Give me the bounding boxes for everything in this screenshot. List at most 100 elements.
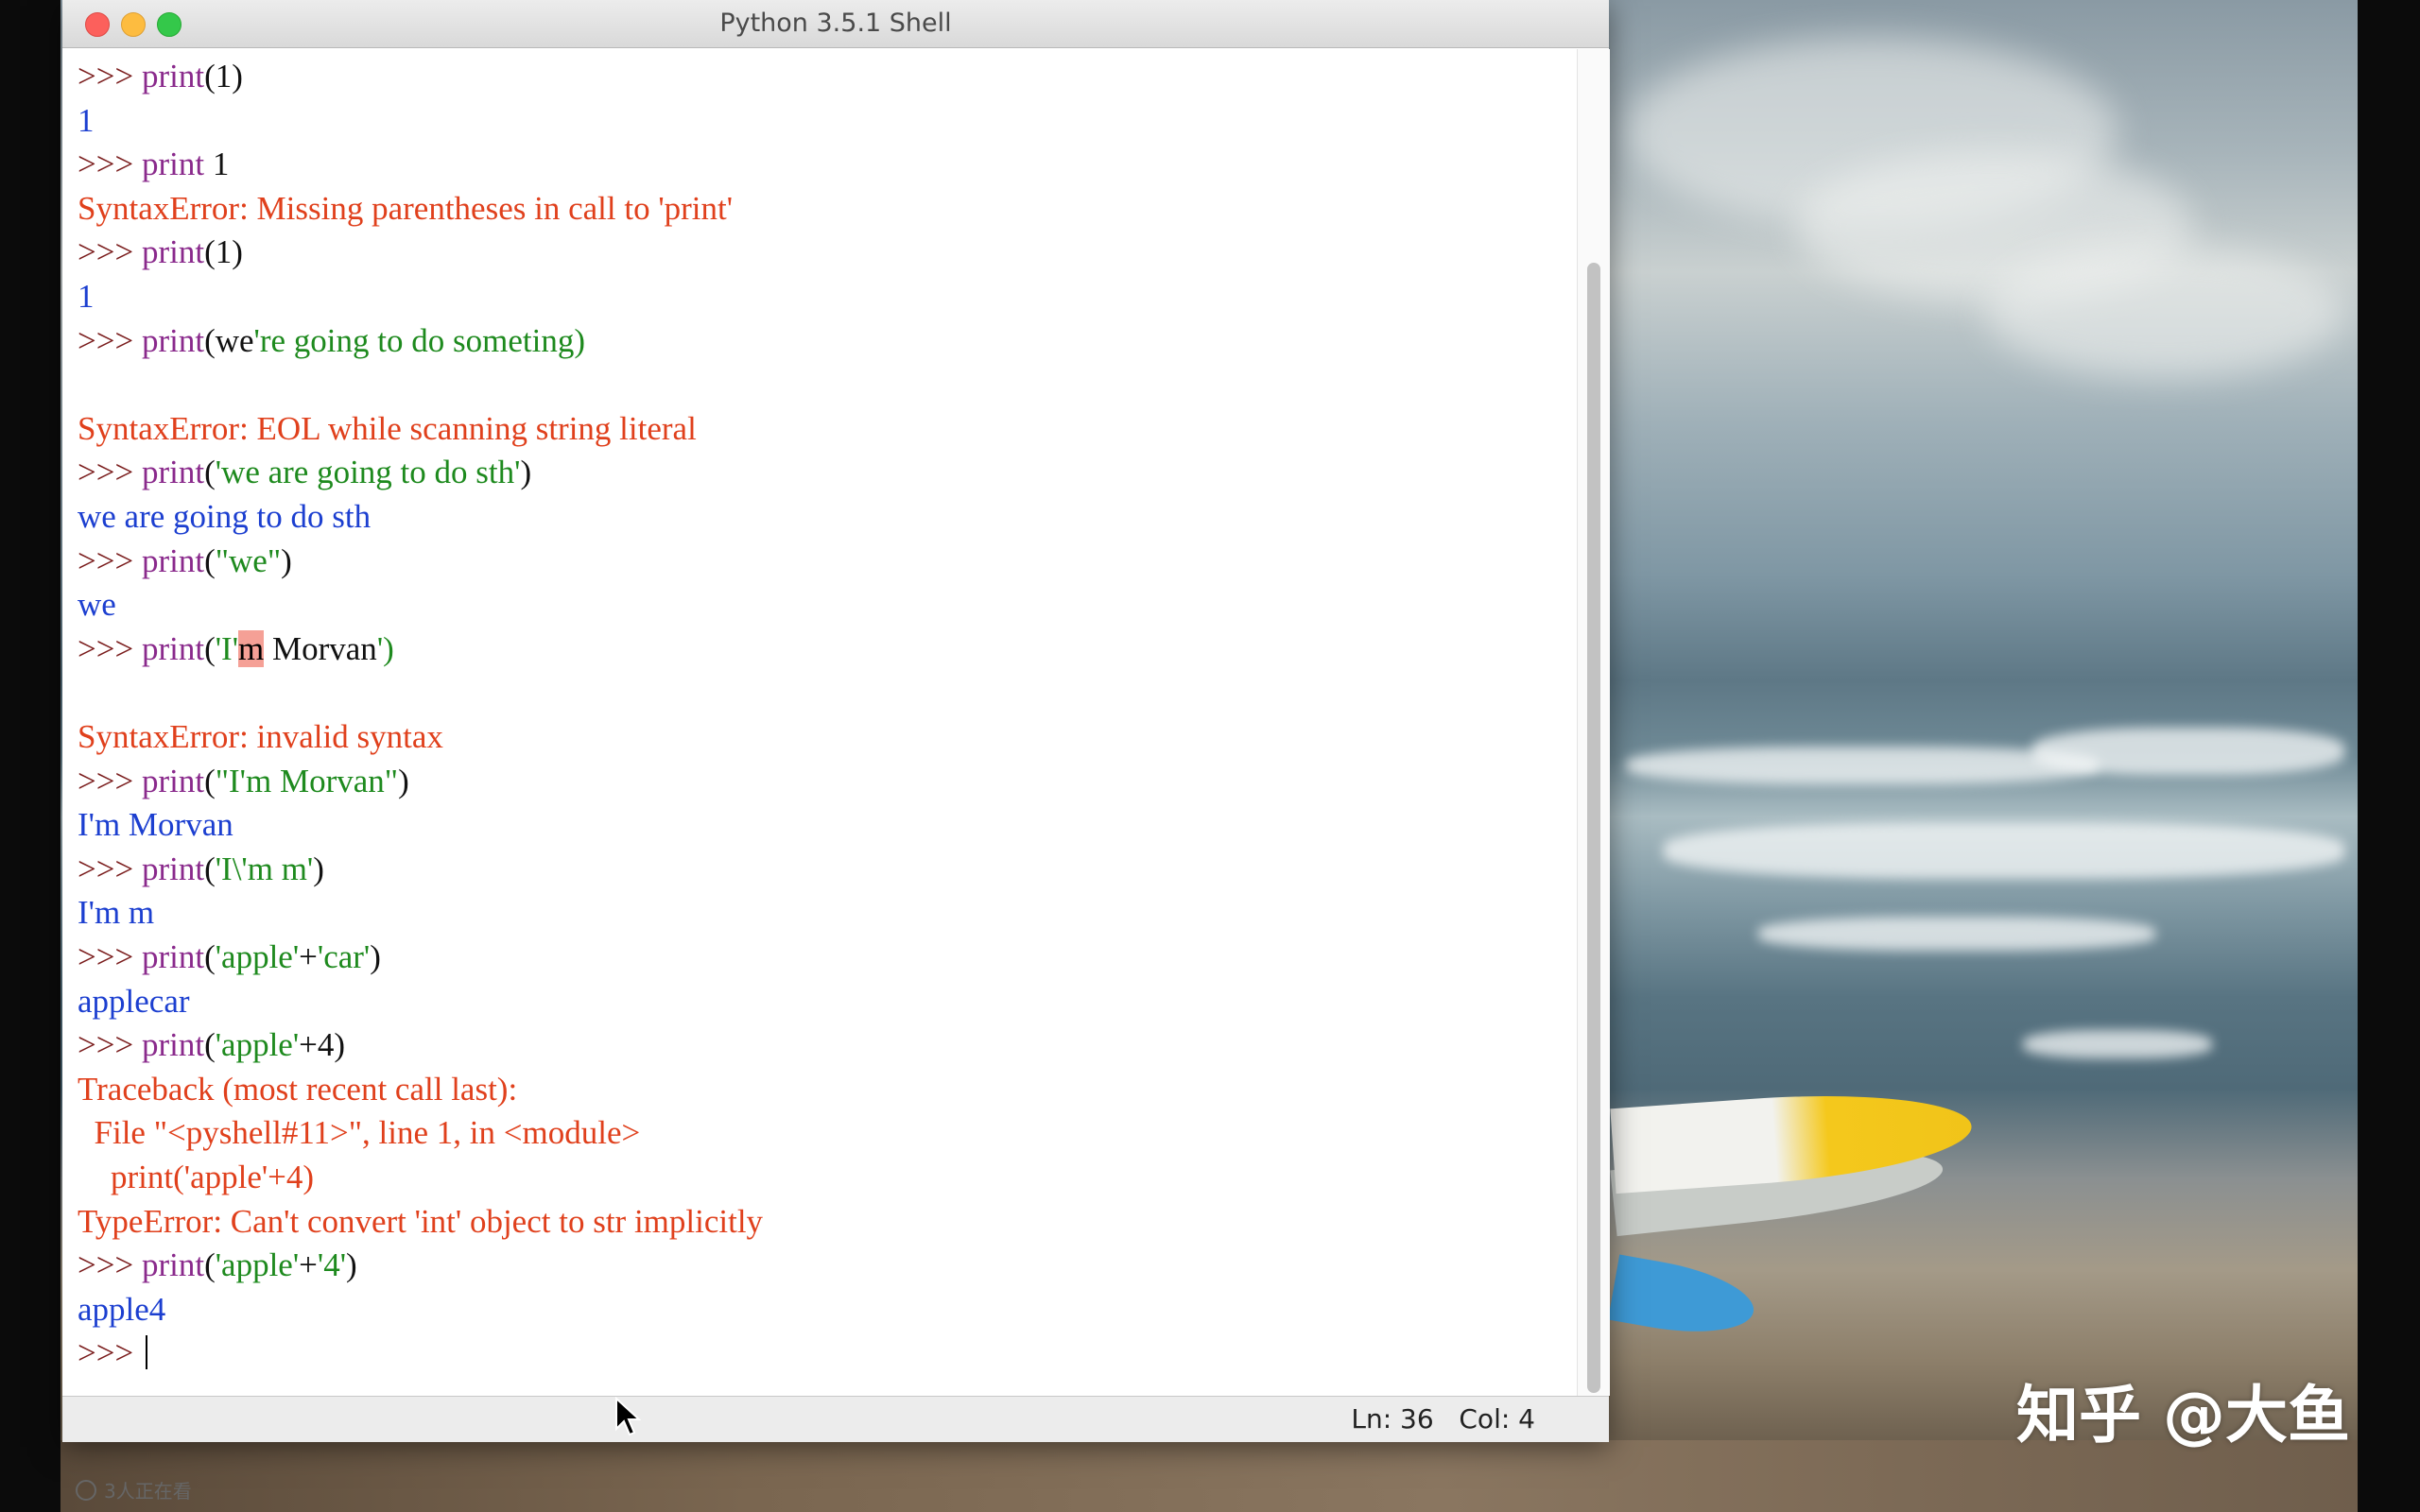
code-token: print: [141, 233, 205, 271]
code-token: ): [370, 938, 381, 975]
code-token: 1: [204, 146, 230, 183]
shell-input-line-active: >>>: [78, 1332, 147, 1375]
code-token: ): [281, 541, 292, 579]
shell-prompt: >>>: [78, 146, 142, 183]
shell-input-line: >>> print('I\'m m'): [78, 848, 324, 891]
code-token: "I'm Morvan": [215, 762, 399, 799]
shell-output-line: applecar: [78, 982, 190, 1020]
shell-error-line: Traceback (most recent call last):: [78, 1070, 518, 1108]
code-token: 'apple': [215, 938, 300, 975]
shell-input-line: >>> print('apple'+'4'): [78, 1244, 357, 1287]
code-token: ): [398, 762, 409, 799]
idle-shell-window: Python 3.5.1 Shell >>> print(1) 1 >>> prin…: [62, 0, 1610, 1442]
text-caret: [145, 1335, 147, 1370]
code-token: 're going to do someting): [253, 321, 585, 359]
shell-error-line: SyntaxError: EOL while scanning string l…: [78, 409, 697, 447]
shell-output-line: I'm Morvan: [78, 806, 233, 844]
code-token: +: [299, 1246, 318, 1284]
shell-error-line: SyntaxError: Missing parentheses in call…: [78, 189, 734, 227]
wave: [1664, 822, 2344, 879]
shell-output-line: 1: [78, 101, 95, 139]
shell-prompt: >>>: [78, 58, 142, 94]
shell-input-line: >>> print("we"): [78, 540, 292, 583]
shell-prompt: >>>: [78, 454, 142, 491]
code-token: 'I\'m m': [215, 850, 314, 887]
code-token: 'I': [215, 629, 239, 667]
code-token: (1): [204, 233, 243, 271]
code-token: print: [141, 629, 205, 667]
code-token: +4): [299, 1026, 346, 1064]
shell-output-line: we: [78, 586, 116, 624]
shell-prompt: >>>: [78, 1334, 142, 1372]
shell-prompt: >>>: [78, 629, 142, 667]
video-border: [0, 0, 60, 1512]
shell-prompt: >>>: [78, 321, 142, 359]
shell-input-line: >>> print('apple'+4): [78, 1023, 345, 1067]
shell-text-area[interactable]: >>> print(1) 1 >>> print 1 SyntaxError: Mis…: [62, 49, 1577, 1396]
viewer-count: 3人正在看: [76, 1476, 192, 1503]
code-token: print: [141, 1026, 205, 1064]
wave: [1626, 747, 2099, 784]
status-bar: Ln: 36 Col: 4: [62, 1396, 1609, 1442]
mouse-pointer-icon: [615, 1397, 641, 1436]
wave: [2032, 728, 2344, 775]
viewer-count-label: 3人正在看: [104, 1480, 192, 1503]
error-highlight: m: [238, 629, 265, 667]
code-token: (: [204, 762, 216, 799]
viewer-icon: [76, 1480, 96, 1501]
shell-input-line: >>> print('we are going to do sth'): [78, 451, 531, 494]
code-token: (: [204, 454, 216, 491]
shell-output-line: apple4: [78, 1290, 166, 1328]
scroll-thumb[interactable]: [1587, 263, 1600, 1393]
code-token: print: [141, 58, 205, 94]
zhihu-watermark: 知乎 @大鱼: [2016, 1379, 2350, 1452]
shell-prompt: >>>: [78, 850, 142, 887]
code-token: print: [141, 454, 205, 491]
code-token: '): [376, 629, 394, 667]
code-token: (: [204, 541, 216, 579]
code-token: 'car': [317, 938, 371, 975]
shell-prompt: >>>: [78, 938, 142, 975]
cloud: [1985, 246, 2344, 378]
shell-output-line: 1: [78, 278, 95, 315]
shell-error-line: File "<pyshell#11>", line 1, in <module>: [78, 1114, 641, 1152]
window-title: Python 3.5.1 Shell: [719, 9, 952, 38]
code-token: "we": [215, 541, 282, 579]
code-token: 'apple': [215, 1246, 300, 1284]
code-token: (: [204, 850, 216, 887]
vertical-scrollbar[interactable]: [1577, 49, 1610, 1396]
code-token: print: [141, 762, 205, 799]
code-token: (we: [204, 321, 254, 359]
shell-prompt: >>>: [78, 1246, 142, 1284]
code-token: (: [204, 629, 216, 667]
beach-sand: [60, 1440, 2358, 1512]
shell-output-line: we are going to do sth: [78, 498, 372, 535]
code-token: (: [204, 938, 216, 975]
shell-prompt: >>>: [78, 762, 142, 799]
code-token: (1): [204, 58, 243, 94]
shell-input-line: >>> print(1): [78, 231, 243, 274]
wave: [2023, 1030, 2212, 1058]
shell-prompt: >>>: [78, 1026, 142, 1064]
code-token: (: [204, 1246, 216, 1284]
shell-output-line: I'm m: [78, 894, 155, 932]
code-token: ): [313, 850, 324, 887]
code-token: 'we are going to do sth': [215, 454, 521, 491]
surfboard: [1608, 1254, 1759, 1345]
code-token: print: [141, 850, 205, 887]
code-token: print: [141, 938, 205, 975]
code-token: print: [141, 146, 205, 183]
shell-input-line: >>> print(1): [78, 55, 243, 98]
code-token: print: [141, 1246, 205, 1284]
code-token: print: [141, 321, 205, 359]
shell-prompt: >>>: [78, 233, 142, 271]
video-border: [2358, 0, 2420, 1512]
wave: [1758, 917, 2155, 951]
title-bar[interactable]: Python 3.5.1 Shell: [62, 0, 1609, 48]
shell-error-line: TypeError: Can't convert 'int' object to…: [78, 1202, 764, 1240]
code-token: (: [204, 1026, 216, 1064]
code-token: '4': [317, 1246, 347, 1284]
cursor-position: Ln: 36 Col: 4: [1351, 1403, 1535, 1435]
shell-error-line: print('apple'+4): [78, 1159, 315, 1195]
shell-prompt: >>>: [78, 541, 142, 579]
